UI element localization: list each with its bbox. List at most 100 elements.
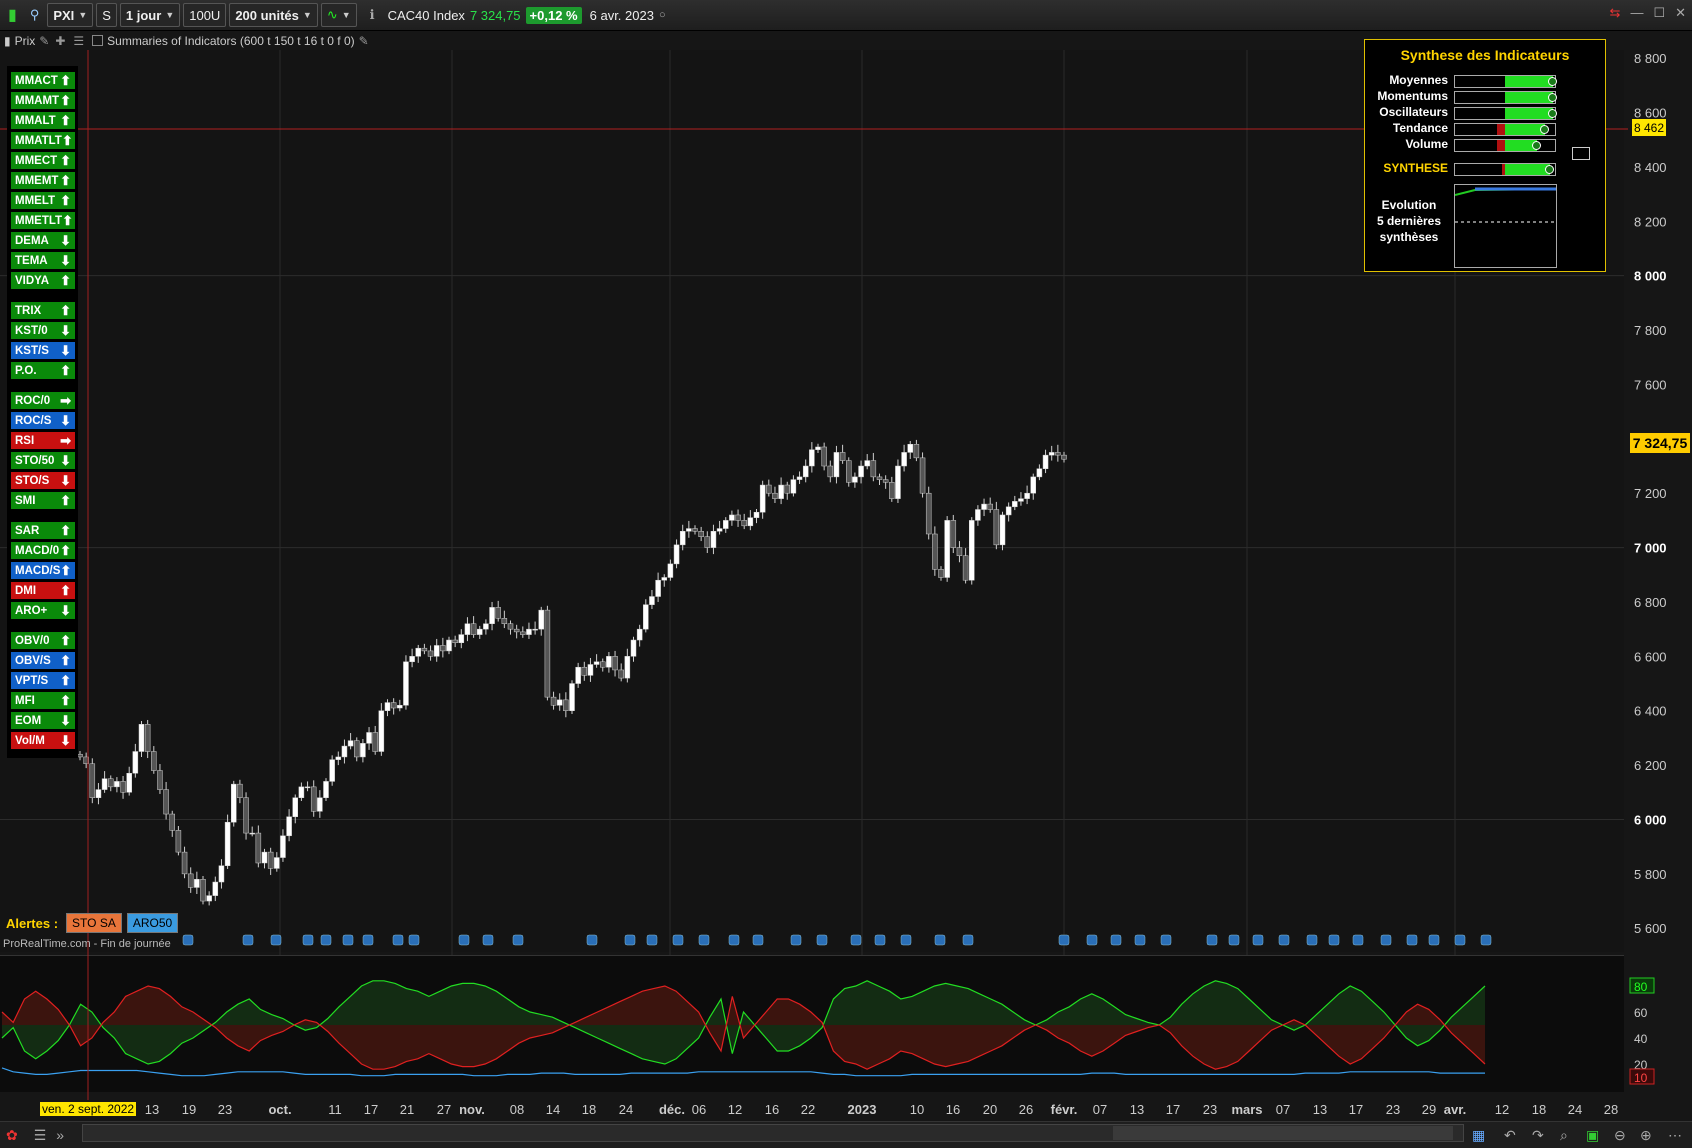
event-marker-icon[interactable] (1160, 934, 1172, 946)
event-marker-icon[interactable] (1228, 934, 1240, 946)
zoom-out-icon[interactable]: ⊖ (1614, 1127, 1626, 1144)
event-marker-icon[interactable] (1252, 934, 1264, 946)
alert-sto-sa[interactable]: STO SA (66, 913, 122, 933)
indicator-signal-trix[interactable]: TRIX ⬆ (11, 302, 75, 319)
event-marker-icon[interactable] (1058, 934, 1070, 946)
price-label[interactable]: Prix (15, 34, 36, 48)
alert-aro50[interactable]: ARO50 (126, 913, 179, 933)
indicator-signal-mmetlt[interactable]: MMETLT ⬆ (11, 212, 75, 229)
event-marker-icon[interactable] (790, 934, 802, 946)
more-icon[interactable]: ⋯ (1668, 1127, 1682, 1144)
settings-wrench-icon[interactable]: ✎ (39, 34, 49, 48)
indicator-signal-mmemt[interactable]: MMEMT ⬆ (11, 172, 75, 189)
event-marker-icon[interactable] (874, 934, 886, 946)
event-marker-icon[interactable] (962, 934, 974, 946)
event-marker-icon[interactable] (242, 934, 254, 946)
indicator-signal-mmalt[interactable]: MMALT ⬆ (11, 112, 75, 129)
event-marker-icon[interactable] (1406, 934, 1418, 946)
event-marker-icon[interactable] (392, 934, 404, 946)
event-marker-icon[interactable] (320, 934, 332, 946)
screen-icon[interactable]: ▣ (1586, 1127, 1599, 1144)
calendar-icon[interactable]: ▦ (1472, 1127, 1485, 1144)
chart-style-icon[interactable]: ∿ ▼ (320, 3, 357, 27)
event-marker-icon[interactable] (1134, 934, 1146, 946)
s-button[interactable]: S (96, 3, 117, 27)
event-marker-icon[interactable] (1480, 934, 1492, 946)
event-marker-icon[interactable] (1110, 934, 1122, 946)
indicator-signal-vpt-s[interactable]: VPT/S ⬆ (11, 672, 75, 689)
maximize-icon[interactable]: ☐ (1653, 5, 1665, 21)
expand-icon[interactable]: » (56, 1127, 64, 1143)
indicator-signal-obv-0[interactable]: OBV/0 ⬆ (11, 632, 75, 649)
event-marker-icon[interactable] (1428, 934, 1440, 946)
event-marker-icon[interactable] (698, 934, 710, 946)
event-marker-icon[interactable] (270, 934, 282, 946)
indicator-signal-sto-50[interactable]: STO/50 ⬇ (11, 452, 75, 469)
event-marker-icon[interactable] (342, 934, 354, 946)
indicator-signal-sar[interactable]: SAR ⬆ (11, 522, 75, 539)
indicator-signal-mfi[interactable]: MFI ⬆ (11, 692, 75, 709)
add-icon[interactable]: ✚ (55, 34, 65, 48)
indicator-signal-mmact[interactable]: MMACT ⬆ (11, 72, 75, 89)
indicator-signal-obv-s[interactable]: OBV/S ⬆ (11, 652, 75, 669)
indicator-signal-mmamt[interactable]: MMAMT ⬆ (11, 92, 75, 109)
event-marker-icon[interactable] (646, 934, 658, 946)
indicator-signal-mmatlt[interactable]: MMATLT ⬆ (11, 132, 75, 149)
event-marker-icon[interactable] (458, 934, 470, 946)
event-marker-icon[interactable] (850, 934, 862, 946)
event-marker-icon[interactable] (1454, 934, 1466, 946)
event-marker-icon[interactable] (512, 934, 524, 946)
event-marker-icon[interactable] (1086, 934, 1098, 946)
indicator-signal-smi[interactable]: SMI ⬆ (11, 492, 75, 509)
event-marker-icon[interactable] (1328, 934, 1340, 946)
indicator-signal-sto-s[interactable]: STO/S ⬇ (11, 472, 75, 489)
indicator-signal-dema[interactable]: DEMA ⬇ (11, 232, 75, 249)
event-marker-icon[interactable] (302, 934, 314, 946)
event-marker-icon[interactable] (182, 934, 194, 946)
indicator-signal-rsi[interactable]: RSI ➡ (11, 432, 75, 449)
period-select[interactable]: 1 jour ▼ (119, 3, 181, 27)
indicator-signal-dmi[interactable]: DMI ⬆ (11, 582, 75, 599)
event-marker-icon[interactable] (1206, 934, 1218, 946)
zoom-fit-icon[interactable]: ⌕ (1560, 1127, 1568, 1144)
event-marker-icon[interactable] (934, 934, 946, 946)
bars-icon[interactable]: ▮ (3, 4, 22, 26)
event-marker-icon[interactable] (482, 934, 494, 946)
price-toggle-icon[interactable]: ▮ (4, 34, 11, 48)
event-marker-icon[interactable] (752, 934, 764, 946)
zoom-in-icon[interactable]: ⊕ (1640, 1127, 1652, 1144)
units-button[interactable]: 100U (183, 3, 227, 27)
event-marker-icon[interactable] (900, 934, 912, 946)
symbol-select[interactable]: PXI ▼ (47, 3, 94, 27)
horizontal-scrollbar[interactable] (82, 1124, 1464, 1142)
indicator-signal-kst-0[interactable]: KST/0 ⬇ (11, 322, 75, 339)
indicator-signal-tema[interactable]: TEMA ⬇ (11, 252, 75, 269)
indicator-signal-aro-[interactable]: ARO+ ⬇ (11, 602, 75, 619)
event-marker-icon[interactable] (408, 934, 420, 946)
units-select[interactable]: 200 unités ▼ (229, 3, 318, 27)
sync-icon[interactable]: ⇆ (1610, 5, 1621, 21)
indicator-signal-roc-s[interactable]: ROC/S ⬇ (11, 412, 75, 429)
indicator-signal-macd-0[interactable]: MACD/0 ⬆ (11, 542, 75, 559)
list-icon[interactable]: ☰ (73, 34, 84, 48)
indicator-signal-roc-0[interactable]: ROC/0 ➡ (11, 392, 75, 409)
event-marker-icon[interactable] (1306, 934, 1318, 946)
event-marker-icon[interactable] (728, 934, 740, 946)
indicator-signal-mmelt[interactable]: MMELT ⬆ (11, 192, 75, 209)
event-marker-icon[interactable] (816, 934, 828, 946)
scroll-thumb[interactable] (1113, 1126, 1453, 1140)
event-marker-icon[interactable] (1380, 934, 1392, 946)
info-icon[interactable]: ℹ (365, 4, 380, 26)
indicator-signal-vol-m[interactable]: Vol/M ⬇ (11, 732, 75, 749)
link-icon[interactable]: ⚲ (25, 4, 45, 26)
event-marker-icon[interactable] (1278, 934, 1290, 946)
indicator-signal-p-o-[interactable]: P.O. ⬆ (11, 362, 75, 379)
undo-icon[interactable]: ↶ (1504, 1127, 1516, 1144)
indicator-signal-kst-s[interactable]: KST/S ⬇ (11, 342, 75, 359)
indicator-signal-mmect[interactable]: MMECT ⬆ (11, 152, 75, 169)
indicator-signal-vidya[interactable]: VIDYA ⬆ (11, 272, 75, 289)
indicator-label[interactable]: Summaries of Indicators (600 t 150 t 16 … (107, 34, 354, 48)
event-marker-icon[interactable] (586, 934, 598, 946)
minimize-icon[interactable]: — (1630, 5, 1643, 21)
close-icon[interactable]: ✕ (1675, 5, 1686, 21)
